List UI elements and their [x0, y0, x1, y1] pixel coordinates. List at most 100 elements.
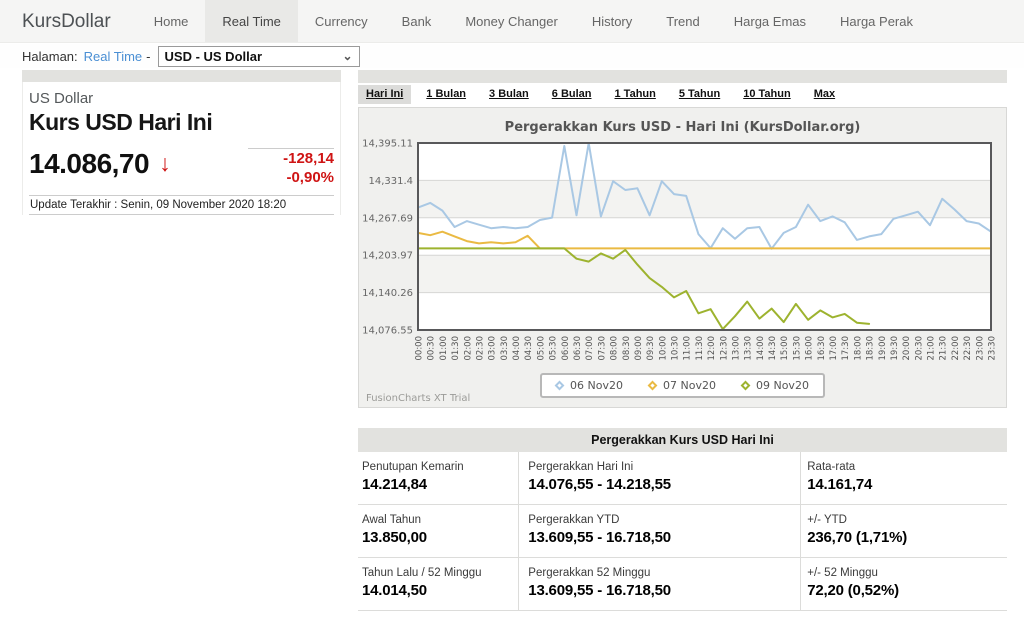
tab-hari-ini[interactable]: Hari Ini — [358, 85, 411, 104]
svg-text:16:00: 16:00 — [805, 336, 815, 361]
table-cell: Rata-rata 14.161,74 — [801, 452, 1007, 505]
nav-item-bank[interactable]: Bank — [385, 0, 449, 42]
table-cell: +/- 52 Minggu 72,20 (0,52%) — [801, 558, 1007, 611]
nav-item-harga-emas[interactable]: Harga Emas — [717, 0, 823, 42]
down-arrow-icon: ↓ — [159, 150, 171, 177]
period-tabs: Hari Ini 1 Bulan 3 Bulan 6 Bulan 1 Tahun… — [358, 85, 1007, 104]
summary-table-title: Pergerakkan Kurs USD Hari Ini — [358, 428, 1007, 452]
svg-text:22:30: 22:30 — [963, 336, 973, 361]
change-percent: -0,90% — [248, 169, 334, 188]
svg-text:17:30: 17:30 — [841, 336, 851, 361]
svg-text:05:00: 05:00 — [536, 336, 546, 361]
svg-text:18:30: 18:30 — [866, 336, 876, 361]
svg-text:22:00: 22:00 — [951, 336, 961, 361]
currency-name: US Dollar — [29, 90, 334, 107]
site-logo[interactable]: KursDollar — [0, 0, 137, 42]
svg-text:11:00: 11:00 — [683, 336, 693, 361]
real-time-link[interactable]: Real Time — [84, 49, 143, 64]
change-cell: -128,14 -0,90% — [248, 148, 334, 188]
svg-text:10:00: 10:00 — [658, 336, 668, 361]
svg-text:04:30: 04:30 — [524, 336, 534, 361]
legend-box: 06 Nov20 07 Nov20 09 Nov20 — [540, 373, 825, 398]
currency-select-value: USD - US Dollar — [165, 49, 263, 64]
legend-item-06nov[interactable]: 06 Nov20 — [556, 379, 623, 392]
svg-text:00:00: 00:00 — [415, 336, 425, 361]
diamond-icon — [648, 381, 658, 391]
svg-text:03:00: 03:00 — [488, 336, 498, 361]
svg-text:14,395.11: 14,395.11 — [362, 139, 413, 150]
tab-1-tahun[interactable]: 1 Tahun — [607, 85, 664, 104]
page-title: Kurs USD Hari Ini — [29, 109, 334, 136]
svg-text:10:30: 10:30 — [671, 336, 681, 361]
tab-5-tahun[interactable]: 5 Tahun — [671, 85, 728, 104]
nav-item-home[interactable]: Home — [137, 0, 206, 42]
diamond-icon — [741, 381, 751, 391]
tab-1-bulan[interactable]: 1 Bulan — [418, 85, 474, 104]
svg-text:20:30: 20:30 — [914, 336, 924, 361]
svg-text:12:00: 12:00 — [707, 336, 717, 361]
nav-item-currency[interactable]: Currency — [298, 0, 385, 42]
page-label: Halaman: — [22, 49, 78, 64]
svg-text:00:30: 00:30 — [427, 336, 437, 361]
svg-text:15:00: 15:00 — [780, 336, 790, 361]
svg-text:01:30: 01:30 — [451, 336, 461, 361]
chart-panel-topbar — [358, 70, 1007, 83]
usd-line-chart: 14,395.1114,331.414,267.6914,203.9714,14… — [359, 137, 1008, 377]
chevron-down-icon: ⌄ — [342, 51, 352, 61]
svg-text:14,203.97: 14,203.97 — [362, 251, 413, 262]
summary-table: Pergerakkan Kurs USD Hari Ini Penutupan … — [358, 428, 1007, 611]
svg-text:23:30: 23:30 — [988, 336, 998, 361]
svg-text:13:30: 13:30 — [744, 336, 754, 361]
nav-item-money-changer[interactable]: Money Changer — [448, 0, 575, 42]
nav-item-harga-perak[interactable]: Harga Perak — [823, 0, 930, 42]
svg-text:07:30: 07:30 — [597, 336, 607, 361]
svg-text:08:00: 08:00 — [610, 336, 620, 361]
svg-text:08:30: 08:30 — [622, 336, 632, 361]
svg-text:19:30: 19:30 — [890, 336, 900, 361]
quote-body: US Dollar Kurs USD Hari Ini 14.086,70 ↓ … — [22, 82, 341, 215]
chart-container: Pergerakkan Kurs USD - Hari Ini (KursDol… — [358, 107, 1007, 408]
svg-text:11:30: 11:30 — [695, 336, 705, 361]
chart-title: Pergerakkan Kurs USD - Hari Ini (KursDol… — [359, 108, 1006, 135]
legend-item-09nov[interactable]: 09 Nov20 — [742, 379, 809, 392]
tab-3-bulan[interactable]: 3 Bulan — [481, 85, 537, 104]
last-update: Update Terakhir : Senin, 09 November 202… — [29, 195, 334, 215]
svg-text:14,140.26: 14,140.26 — [362, 288, 413, 299]
svg-text:12:30: 12:30 — [719, 336, 729, 361]
table-cell: Awal Tahun 13.850,00 — [358, 505, 518, 558]
svg-text:17:00: 17:00 — [829, 336, 839, 361]
svg-text:04:00: 04:00 — [512, 336, 522, 361]
tab-max[interactable]: Max — [806, 85, 843, 104]
svg-text:09:00: 09:00 — [634, 336, 644, 361]
nav-item-trend[interactable]: Trend — [649, 0, 716, 42]
svg-text:20:00: 20:00 — [902, 336, 912, 361]
breadcrumb: Halaman: Real Time - USD - US Dollar ⌄ — [0, 44, 1024, 68]
svg-text:09:30: 09:30 — [646, 336, 656, 361]
legend-item-07nov[interactable]: 07 Nov20 — [649, 379, 716, 392]
svg-text:21:00: 21:00 — [927, 336, 937, 361]
table-cell: Pergerakkan YTD 13.609,55 - 16.718,50 — [518, 505, 801, 558]
svg-text:01:00: 01:00 — [439, 336, 449, 361]
current-rate: 14.086,70 — [29, 148, 149, 180]
svg-text:13:00: 13:00 — [731, 336, 741, 361]
quote-panel: US Dollar Kurs USD Hari Ini 14.086,70 ↓ … — [22, 70, 341, 215]
tab-10-tahun[interactable]: 10 Tahun — [735, 85, 798, 104]
table-cell: Pergerakkan Hari Ini 14.076,55 - 14.218,… — [518, 452, 801, 505]
svg-text:14,267.69: 14,267.69 — [362, 213, 413, 224]
tab-6-bulan[interactable]: 6 Bulan — [544, 85, 600, 104]
svg-text:14:00: 14:00 — [756, 336, 766, 361]
table-cell: Pergerakkan 52 Minggu 13.609,55 - 16.718… — [518, 558, 801, 611]
breadcrumb-separator: - — [146, 49, 150, 64]
quote-panel-topbar — [22, 70, 341, 82]
top-navbar: KursDollar Home Real Time Currency Bank … — [0, 0, 1024, 43]
svg-text:14:30: 14:30 — [768, 336, 778, 361]
table-cell: Tahun Lalu / 52 Minggu 14.014,50 — [358, 558, 518, 611]
svg-text:16:30: 16:30 — [817, 336, 827, 361]
nav-item-history[interactable]: History — [575, 0, 649, 42]
summary-grid: Penutupan Kemarin 14.214,84 Pergerakkan … — [358, 452, 1007, 611]
diamond-icon — [555, 381, 565, 391]
nav-item-real-time[interactable]: Real Time — [205, 0, 298, 42]
svg-text:03:30: 03:30 — [500, 336, 510, 361]
change-value: -128,14 — [248, 150, 334, 169]
currency-select[interactable]: USD - US Dollar ⌄ — [158, 46, 360, 67]
